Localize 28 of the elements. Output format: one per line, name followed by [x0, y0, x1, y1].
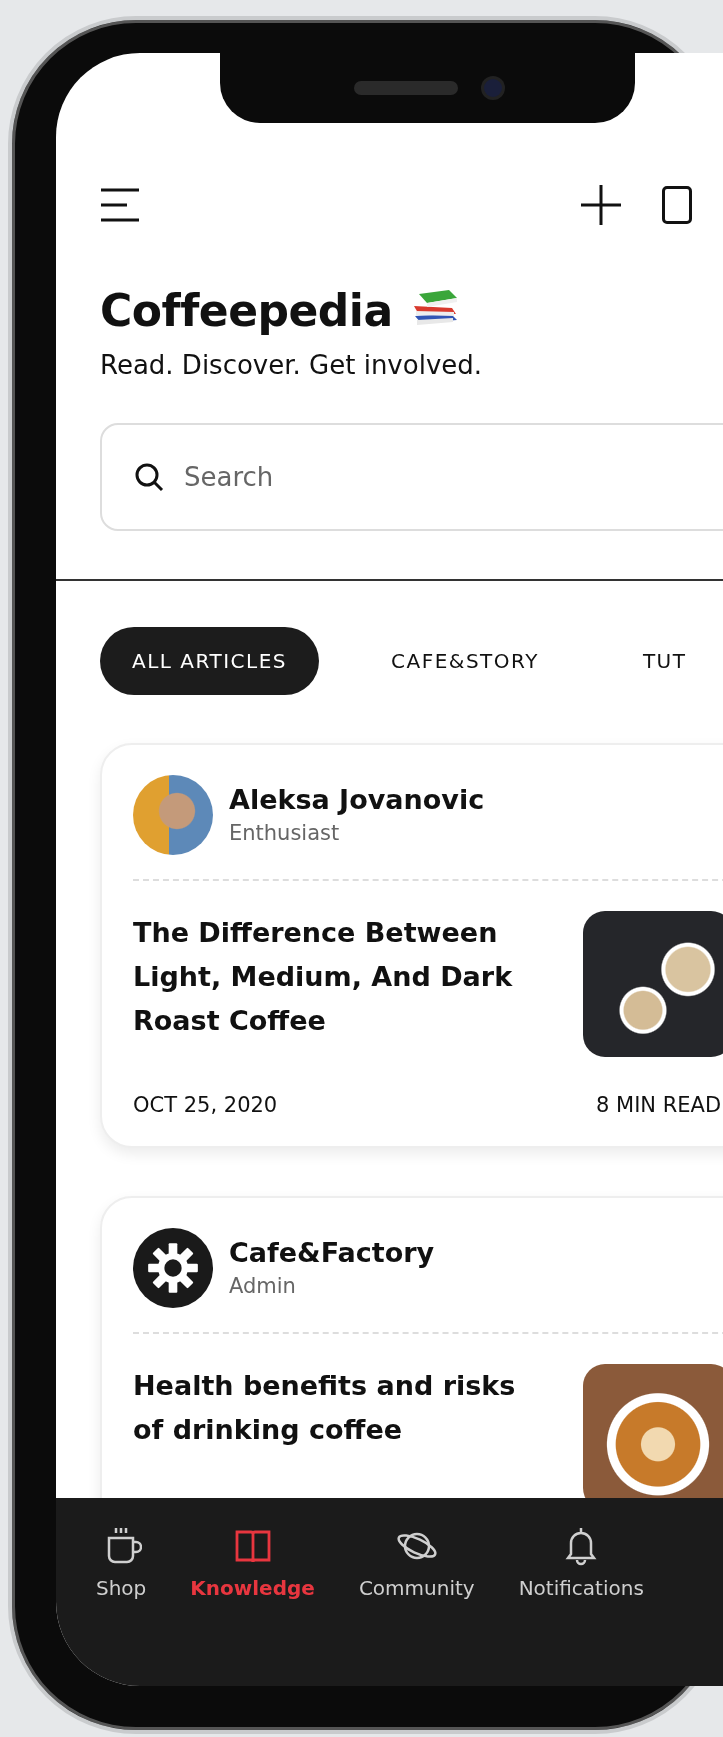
read-time: 8 MIN READ [596, 1093, 723, 1117]
page-title: Coffeepedia [100, 284, 393, 338]
search-field[interactable]: Search [100, 423, 723, 531]
gear-icon [146, 1241, 200, 1295]
article-card[interactable]: Cafe&Factory Admin Health benefits and risks of drinking coffee [100, 1196, 723, 1498]
nav-tab[interactable]: Notifications [518, 1524, 644, 1600]
menu-button[interactable] [100, 188, 140, 222]
plus-icon [580, 184, 622, 226]
author-role: Enthusiast [229, 820, 341, 847]
author-name: Aleksa Jovanovic [229, 783, 485, 817]
author-role: Admin [229, 1273, 297, 1300]
article-title: The Difference Between Light, Medium, And Dark Roast Coffee [133, 916, 514, 1038]
nav-tab[interactable]: Community [358, 1524, 475, 1600]
nav-tab[interactable]: Knowledge [190, 1524, 315, 1600]
category-tab[interactable]: TUT [610, 627, 719, 695]
camera-lens [483, 79, 502, 97]
nav-tab[interactable]: Shop [96, 1524, 147, 1600]
article-date: OCT 25, 2020 [133, 1093, 279, 1117]
add-button[interactable] [580, 184, 622, 226]
page-subtitle: Read. Discover. Get involved. [100, 349, 484, 382]
article-card[interactable]: Aleksa Jovanovic Enthusiast The Difference Between Light, Medium, And Dark Roast Coffee OCT 25, 2020 8 MIN READ [100, 743, 723, 1148]
category-tab[interactable]: ALL ARTICLES [100, 627, 319, 695]
author-name: Cafe&Factory [229, 1236, 435, 1270]
article-title: Health benefits and risks of drinking coffee [133, 1369, 517, 1447]
toolbar-button[interactable] [662, 186, 692, 224]
menu-icon [100, 188, 140, 222]
search-icon [134, 462, 164, 492]
category-tab[interactable]: CAFE&STORY [359, 627, 571, 695]
